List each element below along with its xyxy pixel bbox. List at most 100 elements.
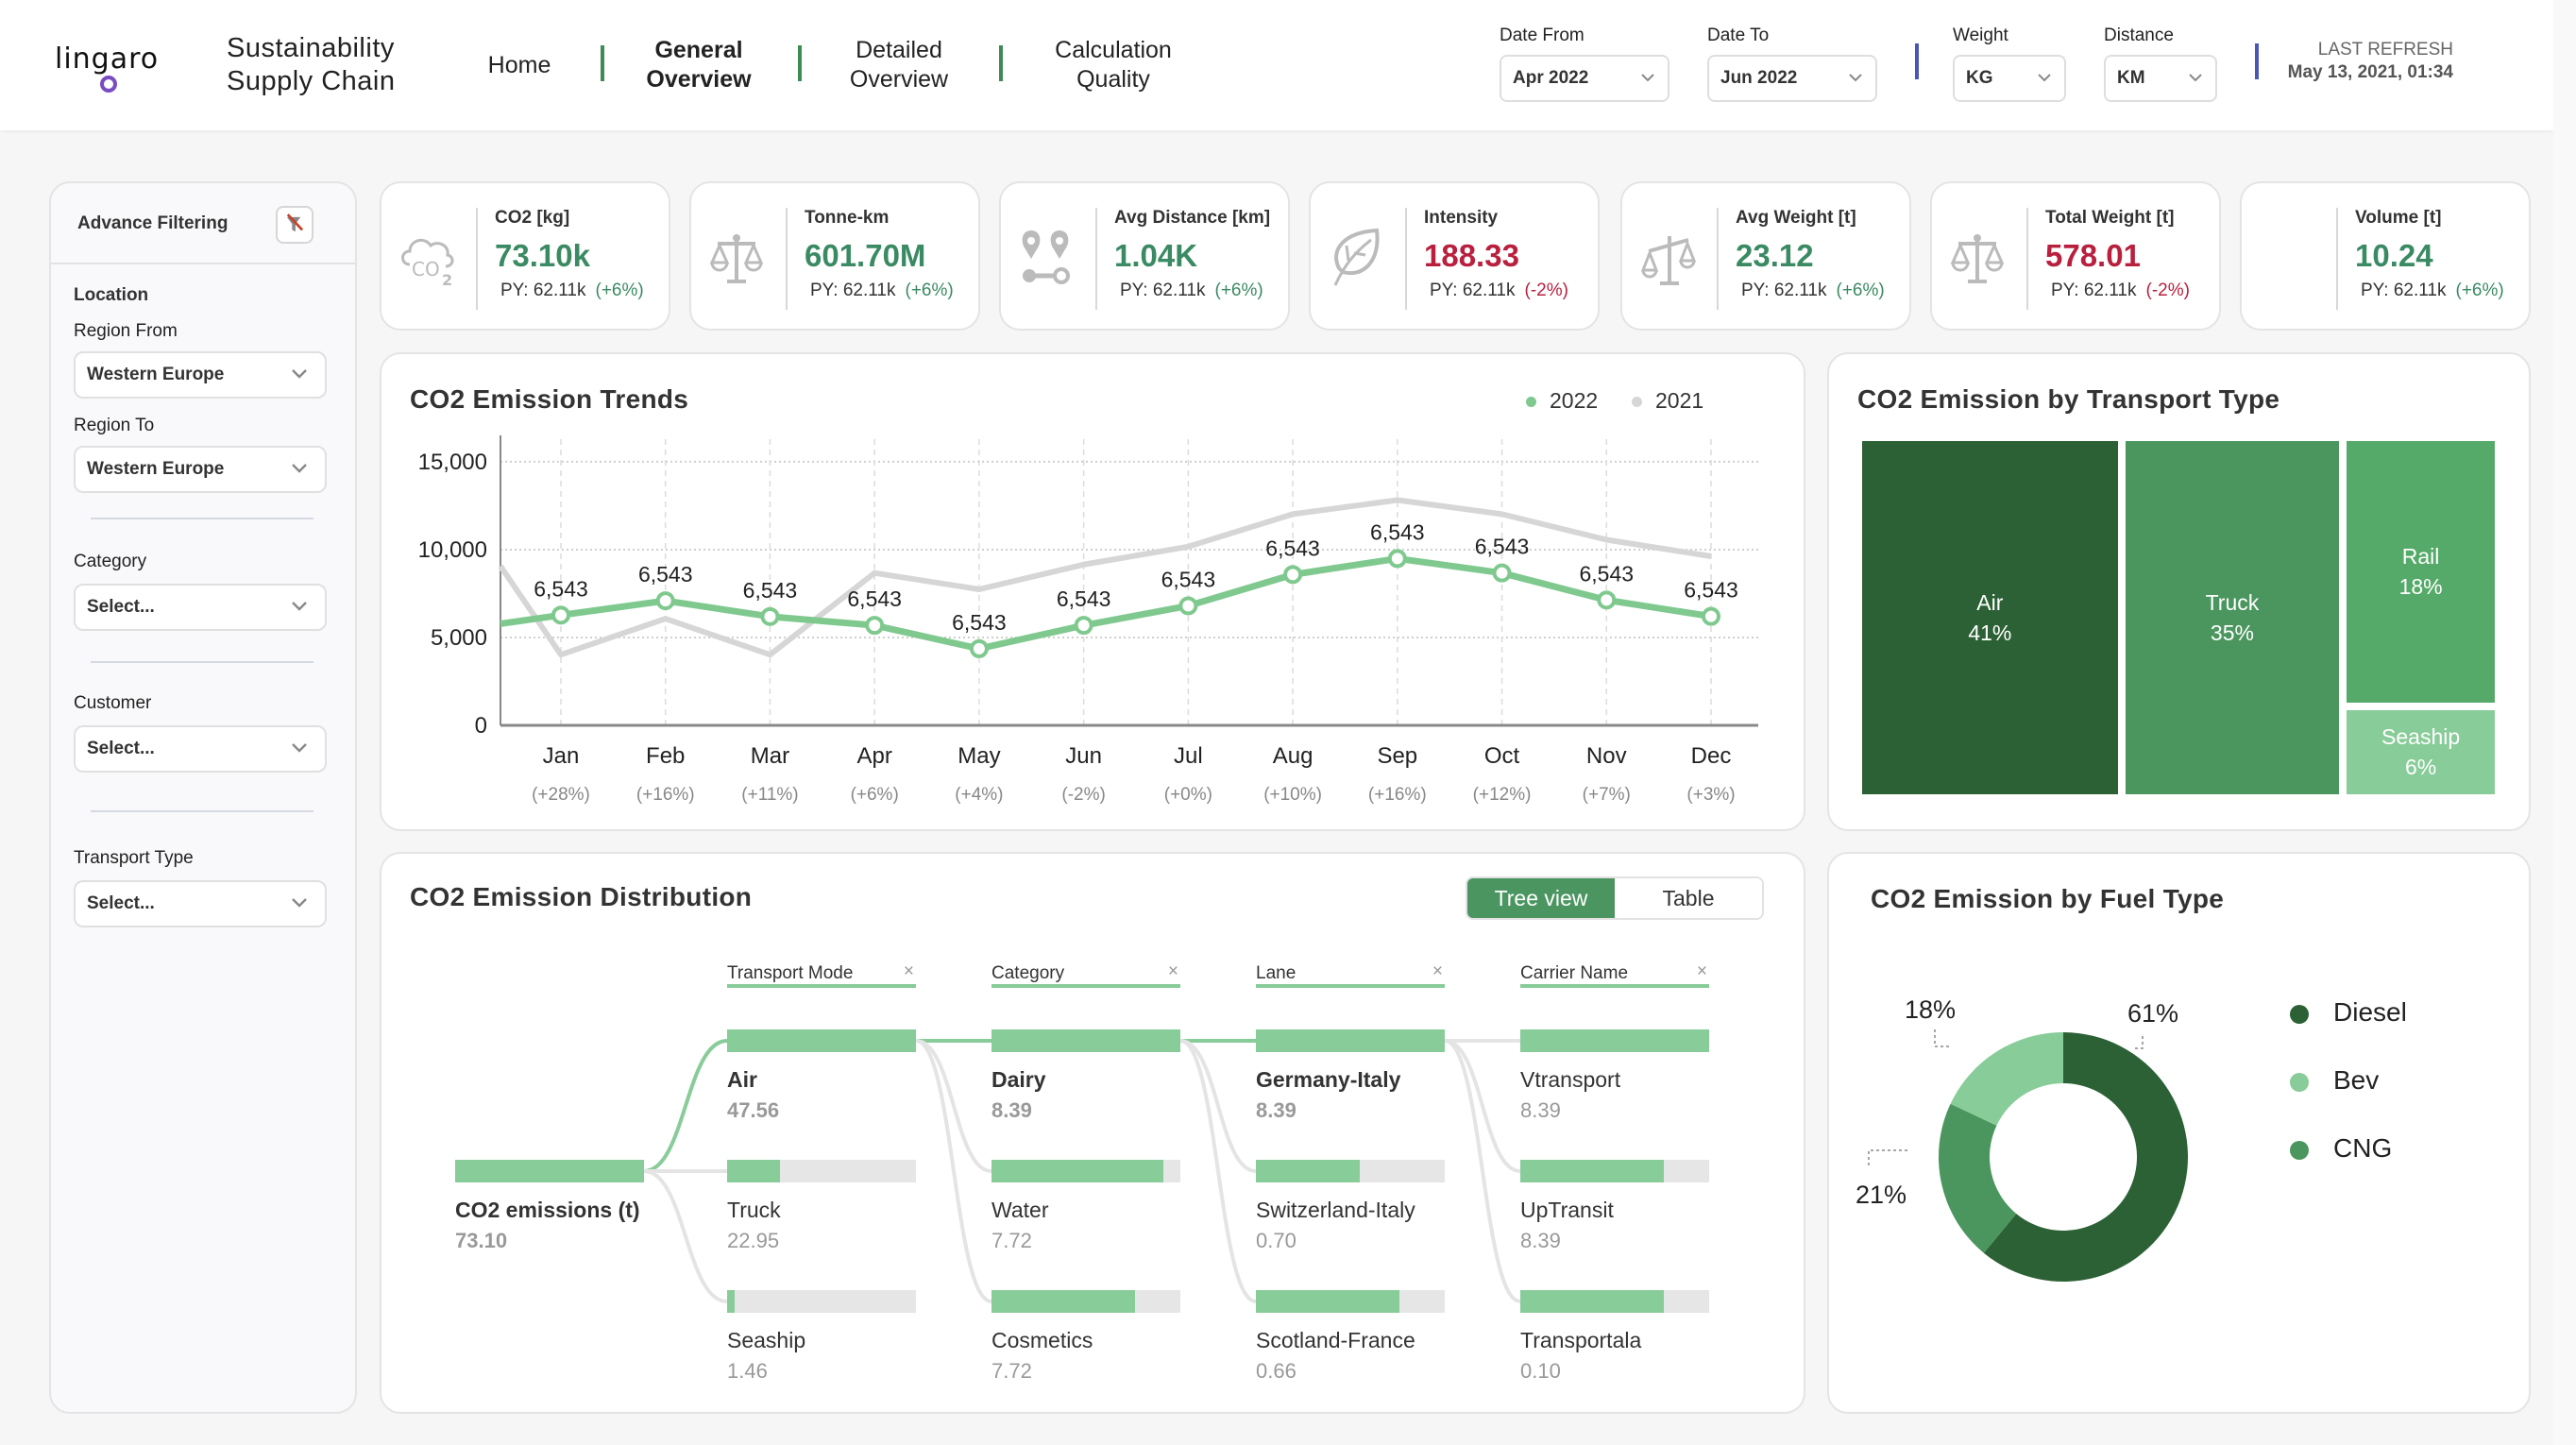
kpi-card-avg-weight-t[interactable]: Avg Weight [t] 23.12 PY: 62.11k (+6%) bbox=[1620, 181, 1911, 331]
kpi-value: 601.70M bbox=[805, 238, 926, 273]
logo-text: lingaro bbox=[55, 42, 159, 76]
kpi-value: 188.33 bbox=[1424, 238, 1519, 273]
data-label: 6,543 bbox=[1161, 567, 1216, 591]
legend-cng-label: CNG bbox=[2333, 1133, 2393, 1163]
tree-node[interactable]: Dairy 8.39 bbox=[991, 1029, 1180, 1123]
kpi-value: 1.04K bbox=[1114, 238, 1198, 273]
x-tick-label: Oct bbox=[1484, 743, 1520, 769]
data-label: 6,543 bbox=[1684, 578, 1738, 603]
node-bar bbox=[1520, 1029, 1709, 1052]
treemap-cell-rail[interactable]: Rail 18% bbox=[2347, 441, 2495, 703]
date-from-select[interactable]: Apr 2022 bbox=[1500, 55, 1669, 102]
kpi-previous-year: PY: 62.11k (-2%) bbox=[1430, 280, 1568, 301]
remove-level-icon[interactable]: × bbox=[1432, 961, 1443, 982]
treemap-percent: 18% bbox=[2398, 574, 2443, 600]
nav-calc-line1: Calculation bbox=[1055, 37, 1172, 63]
data-label: 6,543 bbox=[743, 578, 798, 603]
customer-value: Select... bbox=[87, 739, 155, 758]
nav-detailed-overview[interactable]: Detailed Overview bbox=[833, 36, 965, 94]
tree-node[interactable]: Air 47.56 bbox=[727, 1029, 916, 1123]
level-header-label: Transport Mode bbox=[727, 963, 854, 983]
legend-dot-icon bbox=[2290, 1004, 2309, 1024]
tree-node[interactable]: Vtransport 8.39 bbox=[1520, 1029, 1709, 1123]
remove-level-icon[interactable]: × bbox=[1697, 961, 1707, 982]
tree-node[interactable]: Cosmetics 7.72 bbox=[991, 1290, 1180, 1384]
x-sublabel: (+12%) bbox=[1473, 785, 1532, 805]
tree-node[interactable]: Scotland-France 0.66 bbox=[1256, 1290, 1445, 1384]
tree-node[interactable]: Water 7.72 bbox=[991, 1160, 1180, 1253]
customer-select[interactable]: Select... bbox=[74, 725, 327, 773]
remove-level-icon[interactable]: × bbox=[1168, 961, 1178, 982]
kpi-divider bbox=[1717, 208, 1719, 310]
node-bar bbox=[1256, 1290, 1445, 1313]
remove-level-icon[interactable]: × bbox=[904, 961, 914, 982]
x-tick-label: May bbox=[958, 743, 1000, 769]
kpi-card-intensity[interactable]: Intensity 188.33 PY: 62.11k (-2%) bbox=[1309, 181, 1600, 331]
page-scrollbar[interactable] bbox=[2553, 0, 2576, 1445]
date-to-label: Date To bbox=[1707, 26, 1770, 45]
kpi-card-total-weight-t[interactable]: Total Weight [t] 578.01 PY: 62.11k (-2%) bbox=[1930, 181, 2221, 331]
treemap-cell-truck[interactable]: Truck 35% bbox=[2125, 441, 2340, 794]
date-to-select[interactable]: Jun 2022 bbox=[1707, 55, 1877, 102]
tree-node[interactable]: Truck 22.95 bbox=[727, 1160, 916, 1253]
tree-node[interactable]: UpTransit 8.39 bbox=[1520, 1160, 1709, 1253]
weight-select[interactable]: KG bbox=[1953, 55, 2066, 102]
legend-diesel[interactable]: Diesel bbox=[2290, 997, 2407, 1028]
tree-link bbox=[915, 1039, 992, 1173]
tree-node[interactable]: Transportala 0.10 bbox=[1520, 1290, 1709, 1384]
chevron-down-icon bbox=[2038, 74, 2051, 82]
kpi-value: 10.24 bbox=[2355, 238, 2433, 273]
kpi-previous-year: PY: 62.11k (+6%) bbox=[1120, 280, 1263, 301]
kpi-divider bbox=[2336, 208, 2338, 310]
distance-select[interactable]: KM bbox=[2104, 55, 2217, 102]
date-from-value: Apr 2022 bbox=[1513, 68, 1589, 88]
kpi-title: Avg Weight [t] bbox=[1736, 208, 1856, 228]
category-select[interactable]: Select... bbox=[74, 584, 327, 631]
region-from-select[interactable]: Western Europe bbox=[74, 351, 327, 399]
tree-node[interactable]: Seaship 1.46 bbox=[727, 1290, 916, 1384]
tree-root-node[interactable]: CO2 emissions (t) 73.10 bbox=[455, 1160, 644, 1253]
chevron-down-icon bbox=[2189, 74, 2202, 82]
node-bar bbox=[727, 1160, 916, 1182]
kpi-delta: (+6%) bbox=[1836, 280, 1885, 300]
nav-home[interactable]: Home bbox=[478, 51, 561, 80]
node-label: Cosmetics bbox=[991, 1328, 1093, 1352]
node-value: 8.39 bbox=[1520, 1098, 1561, 1122]
node-bar bbox=[727, 1290, 916, 1313]
nav-detailed-line2: Overview bbox=[849, 66, 949, 93]
x-sublabel: (-2%) bbox=[1061, 785, 1105, 805]
nav-general-overview[interactable]: General Overview bbox=[635, 36, 763, 94]
treemap-label: Rail bbox=[2401, 544, 2440, 570]
treemap-cell-seaship[interactable]: Seaship 6% bbox=[2347, 709, 2495, 794]
series-2022-point bbox=[655, 591, 675, 611]
treemap-title: CO2 Emission by Transport Type bbox=[1857, 384, 2280, 414]
nav-calculation-quality[interactable]: Calculation Quality bbox=[1035, 36, 1192, 94]
legend-cng[interactable]: CNG bbox=[2290, 1133, 2392, 1164]
transport-type-select[interactable]: Select... bbox=[74, 880, 327, 927]
nav-separator bbox=[999, 45, 1003, 81]
chevron-down-icon bbox=[292, 464, 307, 473]
node-value: 0.66 bbox=[1256, 1359, 1296, 1383]
kpi-card-avg-distance-km[interactable]: Avg Distance [km] 1.04K PY: 62.11k (+6%) bbox=[999, 181, 1290, 331]
leader-line bbox=[1868, 1149, 1910, 1165]
distance-label: Distance bbox=[2104, 26, 2174, 45]
x-sublabel: (+10%) bbox=[1263, 785, 1322, 805]
node-bar-fill bbox=[727, 1160, 780, 1182]
chevron-down-icon bbox=[292, 369, 307, 379]
tree-node[interactable]: Germany-Italy 8.39 bbox=[1256, 1029, 1445, 1123]
filter-clear-icon bbox=[286, 213, 304, 232]
x-tick-label: Dec bbox=[1691, 743, 1732, 769]
treemap-cell-air[interactable]: Air 41% bbox=[1862, 441, 2118, 794]
kpi-title: Volume [t] bbox=[2355, 208, 2442, 228]
region-to-select[interactable]: Western Europe bbox=[74, 446, 327, 493]
node-value: 7.72 bbox=[991, 1359, 1032, 1383]
treemap-label: Seaship bbox=[2381, 724, 2461, 750]
kpi-card-volume-t[interactable]: Volume [t] 10.24 PY: 62.11k (+6%) bbox=[2240, 181, 2531, 331]
slice-percent-label: 21% bbox=[1856, 1181, 1907, 1209]
node-bar-fill bbox=[991, 1029, 1180, 1052]
kpi-card-co2-kg[interactable]: CO 2 CO2 [kg] 73.10k PY: 62.11k (+6%) bbox=[380, 181, 670, 331]
clear-filters-button[interactable] bbox=[276, 206, 314, 244]
legend-bev[interactable]: Bev bbox=[2290, 1065, 2379, 1096]
kpi-card-tonne-km[interactable]: Tonne-km 601.70M PY: 62.11k (+6%) bbox=[689, 181, 980, 331]
tree-node[interactable]: Switzerland-Italy 0.70 bbox=[1256, 1160, 1445, 1253]
